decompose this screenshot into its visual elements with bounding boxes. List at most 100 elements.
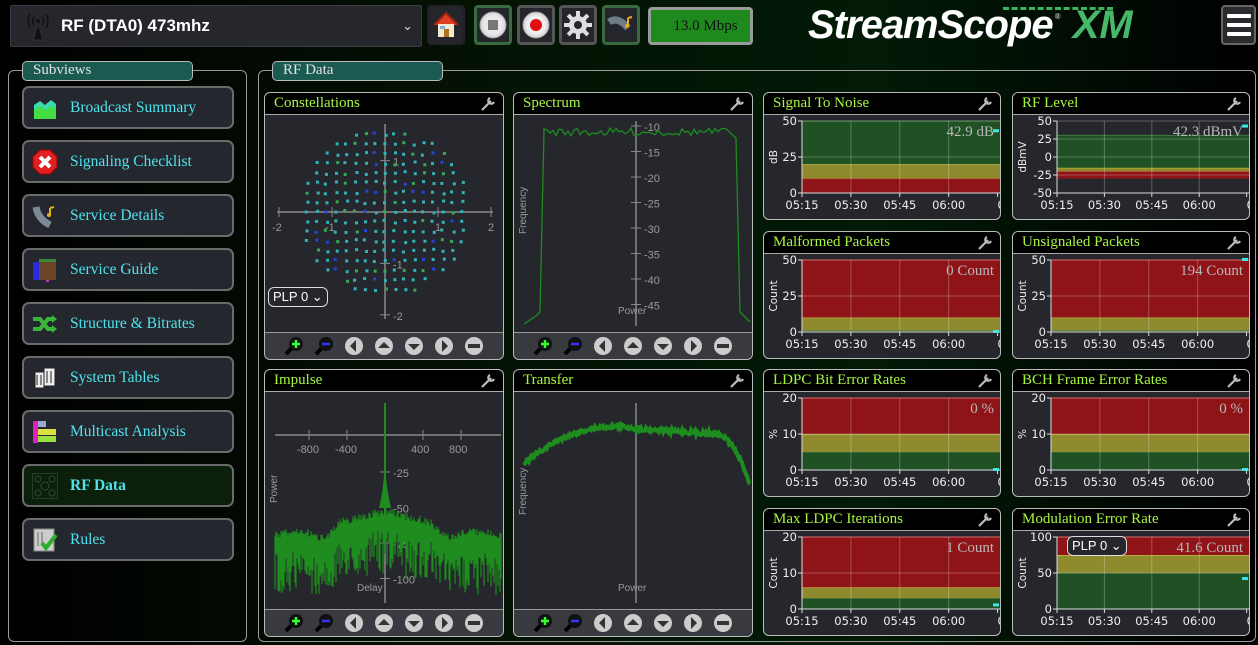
constellation-point [440,228,444,232]
y-tick-label: 20 [782,532,797,544]
wrench-icon[interactable] [976,95,994,113]
pan-up-button[interactable] [373,335,395,357]
pan-down-button[interactable] [652,335,674,357]
y-tick-label: 10 [1031,427,1046,441]
reset-button[interactable] [712,612,734,634]
constellation-point [374,211,378,215]
sidebar-item-rules[interactable]: Rules [22,518,234,561]
constellation-point [325,201,329,205]
constellation-point [393,201,397,205]
constellation-point [421,269,425,273]
current-value: 42.9 dB [946,124,994,140]
pan-right-button[interactable] [433,612,455,634]
threshold-band-yellow [802,587,1000,599]
wrench-icon[interactable] [1225,372,1243,390]
pan-down-button[interactable] [403,612,425,634]
wrench-icon[interactable] [1225,95,1243,113]
constellation-point [394,191,398,195]
threshold-band-yellow [1051,434,1249,452]
constellation-point [346,279,350,283]
reset-button[interactable] [712,335,734,357]
reset-button[interactable] [463,612,485,634]
reset-button[interactable] [463,335,485,357]
constellation-point [373,249,377,253]
x-tick-label: 05:45 [883,198,916,212]
y-tick-label: 50 [1037,116,1052,128]
x-tick-label: 05:30 [1083,475,1116,489]
film-music-icon [31,202,59,230]
sidebar-item-service-details[interactable]: Service Details [22,194,234,237]
constellation-point [373,269,377,273]
sidebar-item-rf-data[interactable]: RF Data [22,464,234,507]
pan-left-button[interactable] [343,612,365,634]
tables-icon [31,364,59,392]
source-select[interactable]: RF (DTA0) 473mhz ⌄ [10,5,422,47]
pan-up-button[interactable] [373,612,395,634]
wrench-icon[interactable] [1225,234,1243,252]
sidebar-item-signaling-checklist[interactable]: Signaling Checklist [22,140,234,183]
current-value: 1 Count [946,540,995,556]
constellation-point [450,219,454,223]
settings-button[interactable] [559,5,597,45]
constellation-point [402,141,406,145]
stop-button[interactable] [474,5,512,45]
zoom-out-button[interactable] [562,335,584,357]
bch-chart: 2010005:1505:3005:4506:0006:%0 % [1017,393,1249,489]
constellation-point [364,229,368,233]
plp-select[interactable]: PLP 0 ⌄ [268,287,328,307]
zoom-out-button[interactable] [313,612,335,634]
wrench-icon[interactable] [479,95,497,113]
media-button[interactable] [602,5,640,45]
zoom-out-button[interactable] [313,335,335,357]
sidebar-item-service-guide[interactable]: Service Guide [22,248,234,291]
wrench-icon[interactable] [479,372,497,390]
pan-down-button[interactable] [652,612,674,634]
zoom-in-button[interactable] [532,612,554,634]
pan-left-button[interactable] [592,612,614,634]
wrench-icon[interactable] [728,95,746,113]
wrench-icon[interactable] [976,511,994,529]
pan-right-button[interactable] [433,335,455,357]
pan-left-button[interactable] [592,335,614,357]
transfer-plot: Power Frequency [518,403,752,603]
pan-right-button[interactable] [682,335,704,357]
menu-button[interactable] [1221,5,1256,45]
constellation-point [355,153,359,157]
pan-up-button[interactable] [622,335,644,357]
constellation-point [306,220,310,224]
constellation-point [335,191,339,195]
record-button[interactable] [517,5,555,45]
constellation-point [306,181,310,185]
subviews-legend: Subviews [22,61,193,81]
constellation-point [314,230,318,234]
zoom-out-button[interactable] [562,612,584,634]
maxldpc-panel: Max LDPC Iterations 20 10 0 05:15 05:30 05:45 0… [763,508,1001,636]
constellation-point [393,142,397,146]
constellation-point [345,239,349,243]
pan-left-button[interactable] [343,335,365,357]
sidebar-item-broadcast-summary[interactable]: Broadcast Summary [22,86,234,129]
wrench-icon[interactable] [976,372,994,390]
pan-right-button[interactable] [682,612,704,634]
zoom-in-button[interactable] [283,335,305,357]
snr-chart: 5025005:1505:3005:4506:0006:dB42.9 dB [768,116,1000,212]
constellation-point [315,238,319,242]
wrench-icon[interactable] [1225,511,1243,529]
constellation-point [412,143,416,147]
zoom-in-button[interactable] [283,612,305,634]
plp-select[interactable]: PLP 0 ⌄ [1067,536,1127,556]
pan-up-button[interactable] [622,612,644,634]
zoom-in-button[interactable] [532,335,554,357]
home-button[interactable] [427,5,465,45]
sidebar-item-multicast-analysis[interactable]: Multicast Analysis [22,410,234,453]
constellation-point [374,179,378,183]
bch-panel: BCH Frame Error Rates 20 10 0 05:15 05:30 05:4… [1012,369,1250,497]
pan-down-button[interactable] [403,335,425,357]
plot-controls [265,609,503,636]
sidebar-item-system-tables[interactable]: System Tables [22,356,234,399]
constellation-point [355,248,359,252]
sidebar-item-structure-bitrates[interactable]: Structure & Bitrates [22,302,234,345]
wrench-icon[interactable] [976,234,994,252]
wrench-icon[interactable] [728,372,746,390]
constellation-point [393,278,397,282]
